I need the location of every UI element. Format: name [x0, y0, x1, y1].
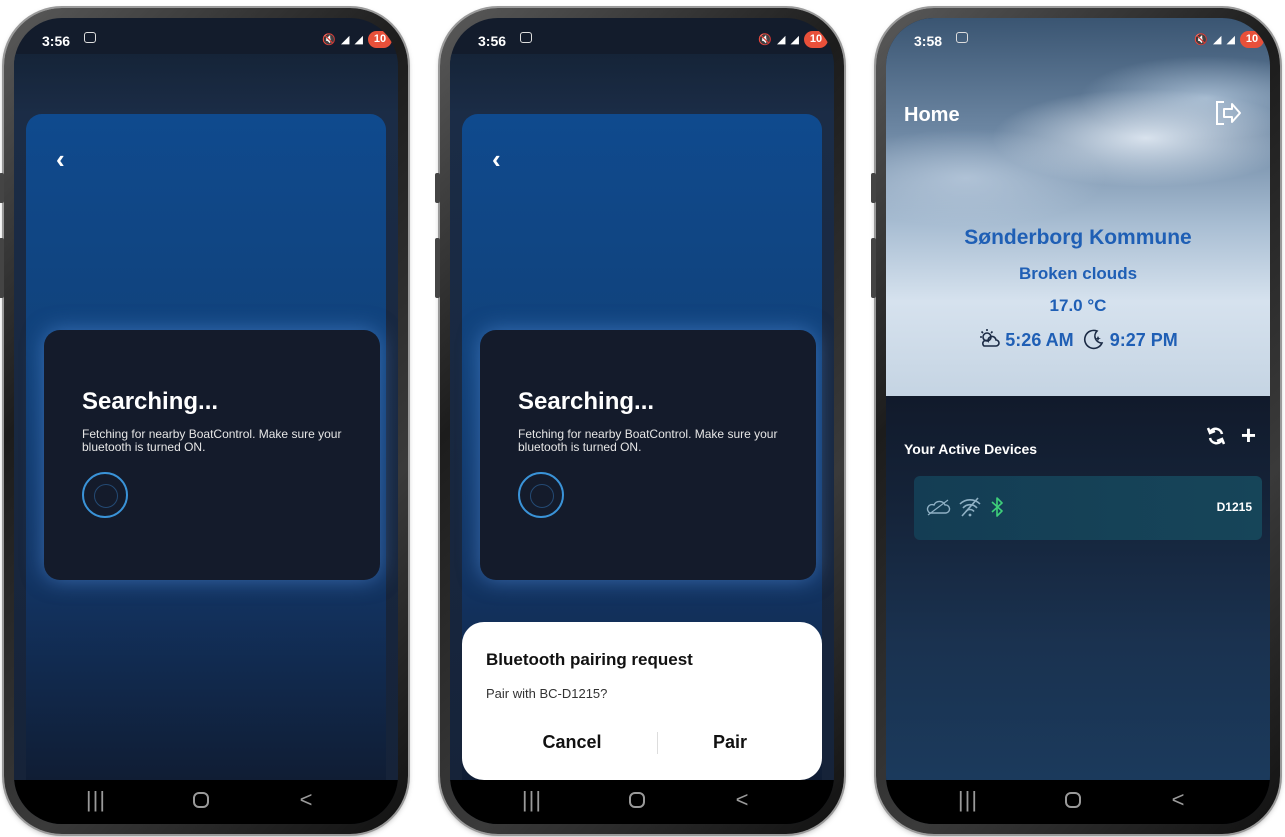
- weather-location: Sønderborg Kommune: [964, 226, 1192, 249]
- nav-back-icon[interactable]: <: [1158, 787, 1198, 813]
- status-icons: 🔇 ◢ ◢: [322, 34, 364, 46]
- moon-icon: [1083, 329, 1103, 350]
- active-devices-heading: Your Active Devices: [904, 441, 1038, 457]
- logout-icon[interactable]: [1212, 98, 1242, 128]
- searching-title: Searching...: [82, 388, 219, 415]
- dialog-title: Bluetooth pairing request: [486, 650, 693, 669]
- status-bar: 3:56 🔇 ◢ ◢ 10: [450, 18, 834, 54]
- weather-temperature: 17.0 °C: [1049, 296, 1107, 315]
- searching-description: Fetching for nearby BoatControl. Make su…: [82, 427, 342, 454]
- pair-button[interactable]: Pair: [670, 732, 790, 753]
- cloud-icon: [926, 499, 951, 516]
- phone-frame-pairing: 3:56 🔇 ◢ ◢ 10 ‹ Searching... Fetching fo…: [435, 8, 844, 834]
- system-nav-bar: ||| <: [14, 780, 398, 824]
- back-arrow-icon[interactable]: ‹: [56, 144, 65, 175]
- screen-searching: 3:56 🔇 ◢ ◢ 10 ‹ Searching... Fetching fo…: [14, 18, 398, 824]
- recent-apps-icon[interactable]: |||: [76, 787, 116, 813]
- searching-title: Searching...: [518, 388, 655, 415]
- status-time: 3:56: [478, 33, 507, 49]
- home-icon[interactable]: [617, 787, 657, 814]
- searching-card: Searching... Fetching for nearby BoatCon…: [44, 330, 380, 580]
- dialog-message: Pair with BC-D1215?: [486, 686, 608, 701]
- refresh-icon[interactable]: [1206, 426, 1226, 446]
- nav-back-icon[interactable]: <: [286, 787, 326, 813]
- screen-home: 3:58 🔇 ◢ ◢ 10 Home Sønderborg Kommune Br…: [886, 18, 1270, 824]
- recent-apps-icon[interactable]: |||: [948, 787, 988, 813]
- status-icons: 🔇 ◢ ◢: [1194, 34, 1236, 46]
- recent-apps-icon[interactable]: |||: [512, 787, 552, 813]
- status-bar: 3:58 🔇 ◢ ◢ 10: [886, 18, 1270, 54]
- phone-frame-home: 3:58 🔇 ◢ ◢ 10 Home Sønderborg Kommune Br…: [871, 8, 1280, 834]
- page-title: Home: [904, 104, 960, 126]
- system-nav-bar: ||| <: [450, 780, 834, 824]
- home-icon[interactable]: [181, 787, 221, 814]
- searching-description: Fetching for nearby BoatControl. Make su…: [518, 427, 778, 454]
- battery-badge: 10: [368, 31, 392, 48]
- system-nav-bar: ||| <: [886, 780, 1270, 824]
- status-time: 3:58: [914, 33, 943, 49]
- wifi-off-icon: [959, 497, 982, 517]
- status-icons: 🔇 ◢ ◢: [758, 34, 800, 46]
- bluetooth-icon: [991, 497, 1003, 517]
- status-time: 3:56: [42, 33, 71, 49]
- screen-record-icon: [84, 32, 96, 43]
- device-status-icons: [926, 496, 1007, 518]
- dialog-divider: [657, 732, 658, 754]
- bluetooth-pairing-dialog: Bluetooth pairing request Pair with BC-D…: [462, 622, 822, 780]
- status-bar: 3:56 🔇 ◢ ◢ 10: [14, 18, 398, 54]
- sun-times: 5:26 AM 9:27 PM: [886, 328, 1270, 351]
- phone-frame-searching: 3:56 🔇 ◢ ◢ 10 ‹ Searching... Fetching fo…: [0, 8, 408, 834]
- home-icon[interactable]: [1053, 787, 1093, 814]
- cancel-button[interactable]: Cancel: [512, 732, 632, 753]
- loading-spinner-icon: [82, 472, 128, 518]
- battery-badge: 10: [804, 31, 828, 48]
- device-card[interactable]: D1215: [914, 476, 1262, 540]
- screen-pairing: 3:56 🔇 ◢ ◢ 10 ‹ Searching... Fetching fo…: [450, 18, 834, 824]
- back-arrow-icon[interactable]: ‹: [492, 144, 501, 175]
- nav-back-icon[interactable]: <: [722, 787, 762, 813]
- loading-spinner-icon: [518, 472, 564, 518]
- battery-badge: 10: [1240, 31, 1264, 48]
- sunset-time: 9:27 PM: [1109, 330, 1178, 350]
- screen-record-icon: [520, 32, 532, 43]
- searching-card: Searching... Fetching for nearby BoatCon…: [480, 330, 816, 580]
- device-id: D1215: [1216, 500, 1252, 514]
- sunrise-time: 5:26 AM: [1005, 330, 1074, 350]
- weather-condition: Broken clouds: [1018, 264, 1138, 283]
- add-device-icon[interactable]: +: [1241, 422, 1256, 448]
- screen-record-icon: [956, 32, 968, 43]
- sunrise-icon: [980, 329, 1001, 347]
